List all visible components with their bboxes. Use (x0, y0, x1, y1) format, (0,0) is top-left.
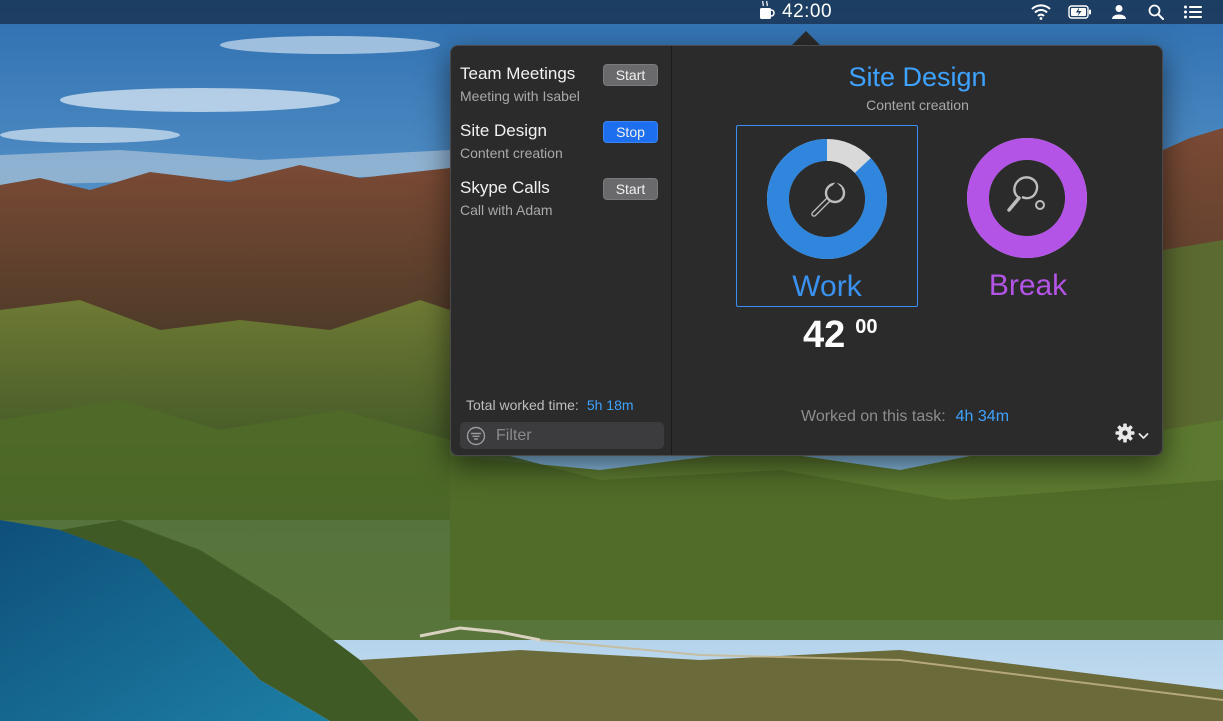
worked-on-task: Worked on this task: 4h 34m (801, 408, 1009, 426)
task-description: Call with Adam (460, 202, 553, 218)
worked-on-task-label: Worked on this task: (801, 408, 946, 425)
timer-popover: Team Meetings Meeting with Isabel Start … (450, 45, 1163, 456)
menubar-timer[interactable]: 42:00 (758, 0, 833, 25)
countdown-timer: 42 00 (803, 314, 878, 357)
search-icon[interactable] (1146, 2, 1166, 22)
total-worked-time: Total worked time: 5h 18m (466, 397, 634, 413)
popover-arrow (791, 31, 821, 46)
work-mode-button[interactable]: Work (736, 125, 918, 307)
control-center-icon[interactable] (1183, 2, 1203, 22)
current-task-pane: Site Design Content creation Work Break … (673, 46, 1162, 455)
chevron-down-icon (1138, 427, 1149, 445)
work-progress-ring (767, 139, 887, 259)
total-worked-label: Total worked time: (466, 397, 579, 413)
wifi-icon[interactable] (1031, 2, 1051, 22)
current-task-title: Site Design (848, 62, 987, 92)
task-description: Content creation (460, 145, 563, 161)
break-mode-label: Break (988, 269, 1068, 302)
stop-button[interactable]: Stop (603, 121, 658, 143)
task-list-pane: Team Meetings Meeting with Isabel Start … (451, 46, 672, 455)
task-description: Meeting with Isabel (460, 88, 580, 104)
settings-menu-button[interactable] (1115, 423, 1149, 448)
user-icon[interactable] (1109, 2, 1129, 22)
filter-icon (466, 426, 486, 446)
break-mode-button[interactable]: Break (937, 125, 1119, 307)
timer-minutes: 42 (803, 314, 846, 356)
worked-on-task-value: 4h 34m (955, 408, 1010, 425)
current-task-subtitle: Content creation (866, 97, 969, 113)
task-name: Skype Calls (460, 178, 550, 197)
filter-input[interactable] (496, 426, 656, 445)
break-progress-ring (967, 138, 1087, 258)
menubar-timer-text: 42:00 (782, 1, 833, 22)
start-button[interactable]: Start (603, 64, 658, 86)
work-mode-label: Work (792, 270, 862, 303)
start-button[interactable]: Start (603, 178, 658, 200)
coffee-cup-icon (758, 0, 776, 25)
menu-bar: 42:00 (0, 0, 1223, 24)
task-name: Site Design (460, 121, 547, 140)
battery-icon[interactable] (1068, 2, 1092, 22)
filter-field[interactable] (460, 422, 664, 449)
timer-seconds: 00 (855, 316, 878, 338)
gear-icon (1115, 423, 1135, 448)
total-worked-value: 5h 18m (586, 397, 634, 413)
task-name: Team Meetings (460, 64, 576, 83)
